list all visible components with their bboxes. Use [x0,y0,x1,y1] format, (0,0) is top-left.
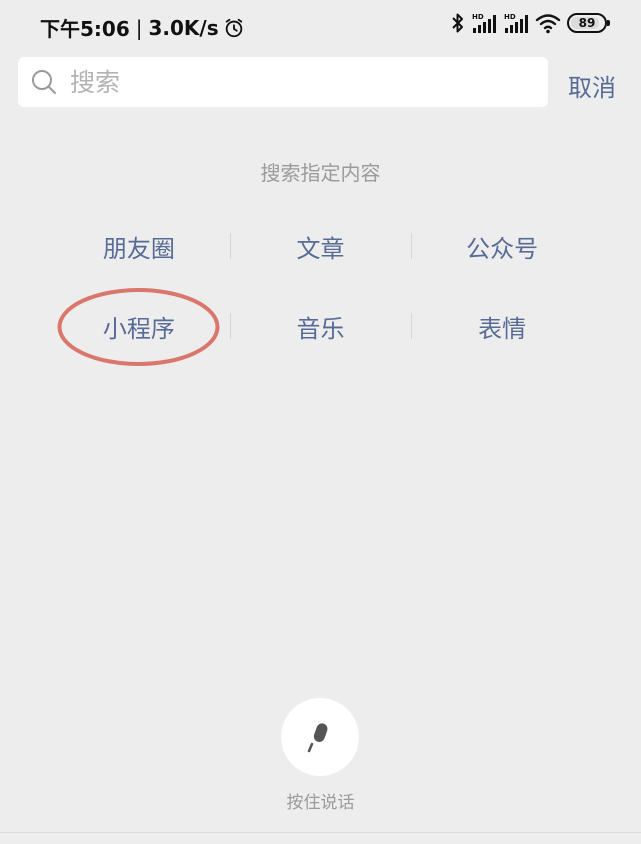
category-official-accounts[interactable]: 公众号 [411,229,593,264]
category-row: 小程序 音乐 表情 [48,295,593,357]
cancel-button[interactable]: 取消 [568,68,616,103]
category-grid: 朋友圈 文章 公众号 小程序 音乐 表情 [48,215,593,375]
battery-icon: 89 [567,13,610,33]
signal-icon: HD [504,13,528,33]
status-left: 下午5:06 | 3.0K/s [40,13,245,42]
voice-label: 按住说话 [286,793,355,813]
voice-button[interactable] [281,698,359,776]
category-moments[interactable]: 朋友圈 [48,229,230,264]
wifi-icon [535,14,561,34]
bluetooth-icon [452,13,463,33]
category-articles[interactable]: 文章 [229,229,412,264]
network-speed: 3.0K/s [148,15,219,40]
status-right: HD HD 89 [451,12,610,34]
status-bar: 下午5:06 | 3.0K/s HD HD 89 [0,0,641,52]
section-title: 搜索指定内容 [260,161,381,185]
status-time: 下午5:06 [40,17,130,41]
category-music[interactable]: 音乐 [229,309,412,344]
battery-level: 89 [578,16,596,30]
category-stickers[interactable]: 表情 [411,309,593,344]
signal-hd-label-1: HD [472,13,484,21]
search-box[interactable] [18,57,548,107]
search-input[interactable] [68,66,512,98]
battery-nub [607,20,610,26]
search-icon [32,70,56,94]
status-separator: | [135,15,143,40]
microphone-icon [307,723,328,753]
signal-hd-label-2: HD [504,13,516,21]
bottom-divider [0,832,641,833]
signal-icon: HD [472,13,496,33]
category-mini-programs[interactable]: 小程序 [48,309,230,344]
alarm-icon [225,18,242,37]
category-row: 朋友圈 文章 公众号 [48,215,593,277]
